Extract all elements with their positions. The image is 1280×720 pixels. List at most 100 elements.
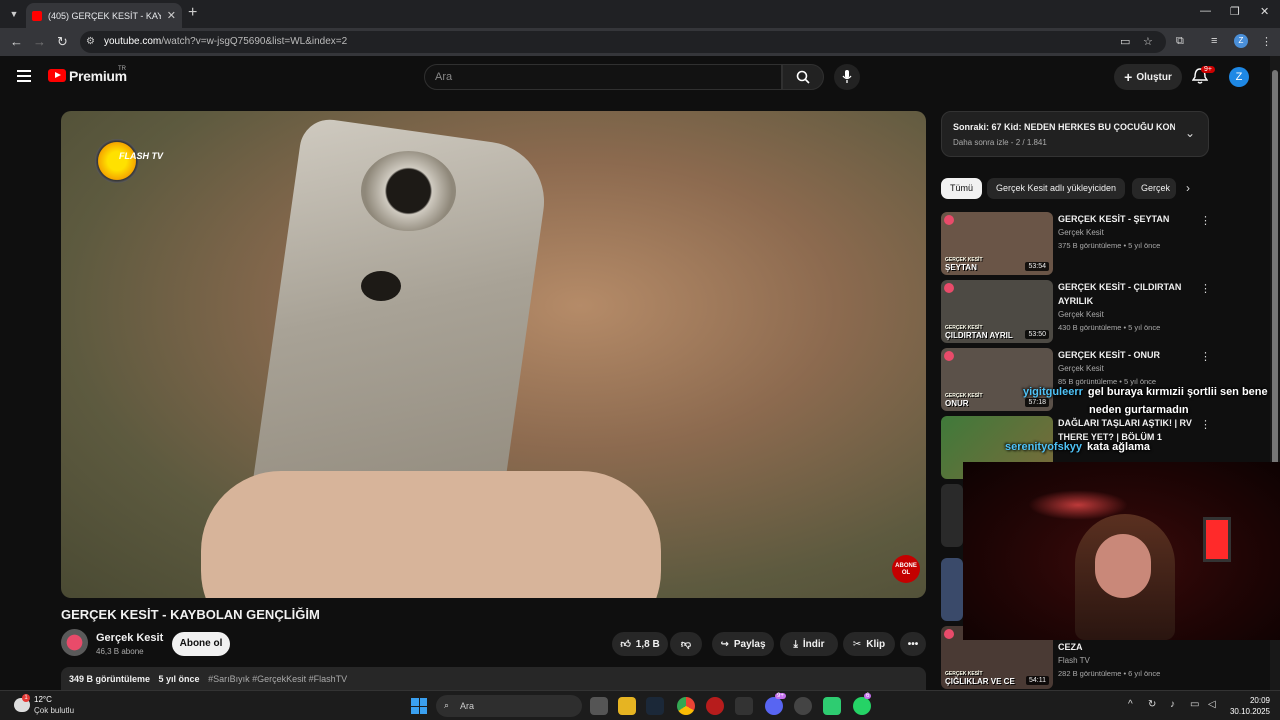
maximize-icon[interactable]: ❐ [1230,5,1240,18]
video-duration: 54:11 [1026,676,1049,685]
browser-menu-icon[interactable]: ⋮ [1261,35,1272,48]
hashtags[interactable]: #SarıBıyık #GerçekKesit #FlashTV [208,674,347,684]
reload-icon[interactable]: ↻ [57,34,68,50]
like-button[interactable]: 👍︎ 1,8 B [612,632,668,656]
video-thumbnail[interactable] [941,484,963,547]
volume-icon[interactable]: ◁ [1208,699,1216,710]
video-thumbnail[interactable]: GERÇEK KESİT ONUR 57:18 [941,348,1053,411]
chevron-down-icon[interactable]: ⌄ [1185,126,1195,140]
chevron-up-icon[interactable]: ^ [1128,699,1133,710]
tab-search-button[interactable]: ▼ [6,6,22,22]
chip-gercek[interactable]: Gerçek [1132,178,1176,199]
scrollbar-thumb[interactable] [1272,70,1278,490]
video-thumbnail[interactable]: GERÇEK KESİT ŞEYTAN 53:54 [941,212,1053,275]
video-thumbnail[interactable]: GERÇEK KESİT ÇILDIRTAN AYRIL 53:50 [941,280,1053,343]
chrome-icon[interactable] [677,697,695,715]
voice-search-button[interactable] [834,64,860,90]
more-actions-button[interactable]: ••• [900,632,926,656]
temperature[interactable]: 12°C [34,695,52,704]
browser-tab-active[interactable]: (405) GERÇEK KESİT - KAYBOLAN GENÇLİĞİM … [26,3,182,28]
recommendation-item[interactable]: GERÇEK KESİT ŞEYTAN 53:54 GERÇEK KESİT - … [941,212,1211,275]
youtube-favicon-icon [32,10,42,21]
clip-button[interactable]: ✂ Klip [843,632,895,656]
more-vertical-icon[interactable]: ⋮ [1200,418,1211,431]
search-button[interactable] [782,64,824,90]
recommendation-channel[interactable]: Flash TV [1058,656,1090,665]
recommendation-title[interactable]: GERÇEK KESİT - ÇILDIRTAN AYRILIK [1058,280,1198,308]
channel-badge-icon [944,629,954,639]
menu-icon[interactable] [17,70,31,85]
description-box[interactable]: 349 B görüntüleme 5 yıl önce #SarıBıyık … [61,667,926,691]
video-thumbnail[interactable] [941,558,963,621]
display-icon[interactable]: ▭ [1190,699,1199,710]
app-icon-green[interactable] [823,697,841,715]
minimize-icon[interactable]: — [1200,5,1211,17]
terminal-icon[interactable] [735,697,753,715]
recommendation-item-partial[interactable] [941,484,963,547]
video-player[interactable]: FLASH TV ABONE OL [61,111,926,598]
channel-avatar[interactable] [61,629,88,656]
channel-name[interactable]: Gerçek Kesit [96,632,163,644]
recommendation-channel[interactable]: Gerçek Kesit [1058,364,1104,373]
whatsapp-icon[interactable] [853,697,871,715]
video-frame-hand [201,471,661,598]
download-button[interactable]: ⤓ İndir [780,632,838,656]
browser-profile-avatar[interactable]: Z [1234,34,1248,48]
task-view-icon[interactable] [590,697,608,715]
url-field[interactable]: youtube.com/watch?v=w-jsgQ75690&list=WL&… [80,31,1166,53]
close-tab-icon[interactable]: ✕ [167,9,176,22]
media-queue-icon[interactable]: ≡ [1211,35,1217,47]
share-button[interactable]: ↪ Paylaş [712,632,774,656]
search-input[interactable]: Ara [424,64,782,90]
site-info-icon[interactable]: ⚙ [86,36,95,47]
chip-all[interactable]: Tümü [941,178,983,199]
webcam-face [1095,534,1151,598]
cast-icon[interactable]: ▭ [1120,35,1130,48]
app-icon-red[interactable] [706,697,724,715]
search-icon [796,70,810,84]
more-vertical-icon[interactable]: ⋮ [1200,350,1211,363]
more-vertical-icon[interactable]: ⋮ [1200,282,1211,295]
whatsapp-badge: 6 [864,693,872,699]
youtube-logo-icon[interactable] [48,69,66,82]
recommendation-title[interactable]: GERÇEK KESİT - ONUR [1058,348,1198,362]
recommendation-title[interactable]: CEZA [1058,640,1198,654]
close-window-icon[interactable]: ✕ [1260,5,1269,18]
youtube-header: Premium TR Ara + Oluştur 9+ Z [0,56,1270,100]
recommendation-channel[interactable]: Gerçek Kesit [1058,310,1104,319]
discord-icon[interactable] [765,697,783,715]
file-explorer-icon[interactable] [618,697,636,715]
subscribe-watermark[interactable]: ABONE OL [892,555,920,583]
weather-description[interactable]: Çok bulutlu [34,706,74,715]
back-icon[interactable]: ← [10,34,23,49]
account-avatar[interactable]: Z [1229,67,1249,87]
playlist-queue-panel[interactable]: Sonraki: 67 Kid: NEDEN HERKES BU ÇOCUĞU … [941,111,1209,157]
video-title: GERÇEK KESİT - KAYBOLAN GENÇLİĞİM [61,607,320,622]
thumbnail-caption: GERÇEK KESİT ÇIĞLIKLAR VE CE [945,671,1015,686]
new-tab-icon[interactable]: + [188,4,197,22]
subscribe-button[interactable]: Abone ol [172,632,230,656]
extensions-icon[interactable]: ⧉ [1176,35,1184,48]
chevron-right-icon[interactable]: › [1186,181,1190,195]
recommendation-item[interactable]: GERÇEK KESİT ONUR 57:18 GERÇEK KESİT - ON… [941,348,1211,411]
system-clock[interactable]: 20:09 30.10.2025 [1226,695,1270,717]
recommendation-title[interactable]: DAĞLARI TAŞLARI AŞTIK! | RV THERE YET? |… [1058,416,1198,444]
thumbnail-caption-main: ÇIĞLIKLAR VE CE [945,677,1015,686]
chat-message: neden gurtarmadın [1089,404,1189,416]
create-button[interactable]: + Oluştur [1114,64,1182,90]
recommendation-item[interactable]: GERÇEK KESİT ÇILDIRTAN AYRIL 53:50 GERÇEK… [941,280,1211,343]
dislike-button[interactable]: 👎︎ [670,632,702,656]
chip-from-uploader[interactable]: Gerçek Kesit adlı yükleyiciden [987,178,1126,199]
recommendation-title[interactable]: GERÇEK KESİT - ŞEYTAN [1058,212,1198,226]
windows-start-icon[interactable] [411,698,427,714]
forward-icon[interactable]: → [33,34,46,49]
app-icon-gray[interactable] [794,697,812,715]
taskbar-search-input[interactable]: Ara [436,695,582,717]
steam-icon[interactable] [646,697,664,715]
microphone-tray-icon[interactable]: ♪ [1170,699,1175,710]
more-vertical-icon[interactable]: ⋮ [1200,214,1211,227]
recommendation-item-partial[interactable] [941,558,963,621]
bookmark-star-icon[interactable]: ☆ [1143,35,1153,48]
sync-icon[interactable]: ↻ [1148,699,1156,710]
recommendation-channel[interactable]: Gerçek Kesit [1058,228,1104,237]
